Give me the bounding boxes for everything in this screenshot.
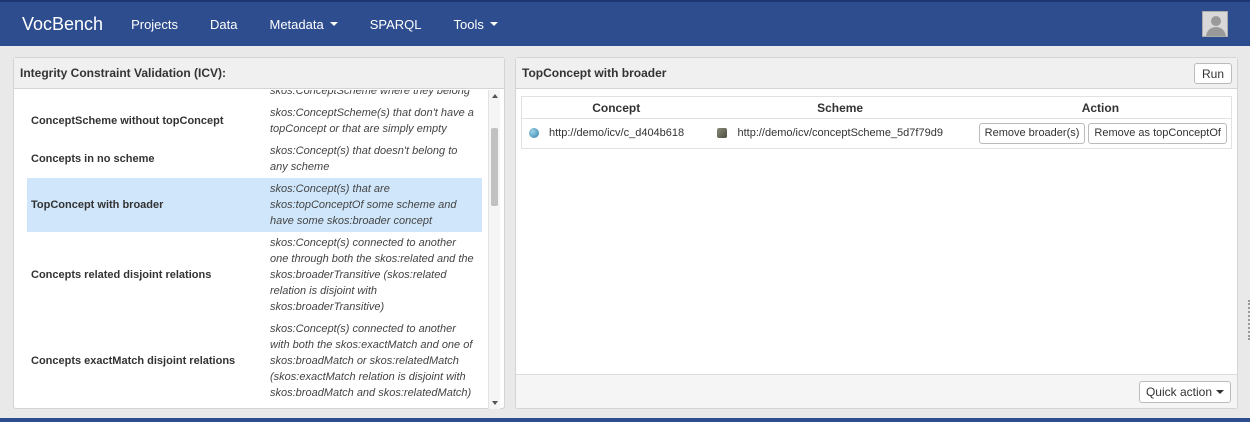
icv-row-desc: skos:Concept(s) connected to another one… [270, 232, 482, 318]
icv-row-name: Concepts in no scheme [31, 153, 155, 165]
chevron-down-icon [489, 22, 498, 26]
action-cell: Remove broader(s) Remove as topConceptOf [970, 122, 1231, 144]
desc-line: skos:broaderTransitive) [270, 301, 385, 313]
nav-sparql-label: SPARQL [369, 16, 422, 32]
nav-data[interactable]: Data [196, 2, 255, 46]
top-navbar: VocBench Projects Data Metadata SPARQL T… [0, 0, 1250, 46]
icv-row-name: Concepts exactMatch disjoint relations [31, 355, 236, 367]
icv-row-concepts-related-disjoint[interactable]: Concepts related disjoint relations skos… [27, 232, 482, 318]
desc-line: (skos:exactMatch relation is disjoint wi… [270, 371, 466, 383]
icv-row-desc: skos:Concept(s) that are skos:topConcept… [270, 178, 482, 232]
table-row: http://demo/icv/c_d404b618 http://demo/i… [522, 119, 1231, 147]
nav-tools[interactable]: Tools [439, 2, 515, 46]
desc-line: relation is disjoint with [270, 285, 377, 297]
nav-data-label: Data [210, 16, 238, 32]
user-avatar-icon[interactable] [1202, 11, 1228, 37]
icv-panel-title: Integrity Constraint Validation (ICV): [14, 58, 504, 89]
run-button[interactable]: Run [1193, 63, 1232, 84]
desc-line: skos:broadMatch or skos:relatedMatch [270, 355, 459, 367]
results-panel-heading: TopConcept with broader Run [516, 58, 1237, 89]
icv-row-0[interactable]: skos:ConceptScheme where they belong [27, 90, 482, 102]
bottom-bar [0, 418, 1250, 422]
chevron-down-icon [329, 22, 338, 26]
desc-line: topConcept or that are simply empty [270, 123, 447, 135]
icv-row-concepts-exactmatch-disjoint[interactable]: Concepts exactMatch disjoint relations s… [27, 318, 482, 404]
desc-line: skos:ConceptScheme where they belong [270, 90, 470, 97]
results-table: Concept Scheme Action http://demo/icv/c_… [521, 96, 1232, 149]
icv-row-name: TopConcept with broader [31, 199, 164, 211]
icv-row-desc: skos:ConceptScheme(s) that don't have a … [270, 102, 482, 140]
icv-row-name: Concepts related disjoint relations [31, 269, 212, 281]
desc-line: skos:topConceptOf some scheme and [270, 199, 457, 211]
results-panel-footer: Quick action [516, 374, 1237, 408]
desc-line: skos:Concept(s) that are [270, 183, 390, 195]
icv-row-concepts-in-no-scheme[interactable]: Concepts in no scheme skos:Concept(s) th… [27, 140, 482, 178]
concept-iri[interactable]: http://demo/icv/c_d404b618 [549, 127, 684, 139]
nav-sparql[interactable]: SPARQL [356, 2, 440, 46]
desc-line: have some skos:broader concept [270, 215, 433, 227]
desc-line: skos:broaderTransitive (skos:related [270, 269, 447, 281]
icv-row-name: ConceptScheme without topConcept [31, 115, 224, 127]
avatar-body [1206, 27, 1226, 36]
column-header-action: Action [1081, 100, 1120, 115]
desc-line: skos:ConceptScheme(s) that don't have a [270, 107, 474, 119]
column-header-scheme: Scheme [817, 100, 864, 115]
nav-metadata[interactable]: Metadata [256, 2, 356, 46]
scheme-iri[interactable]: http://demo/icv/conceptScheme_5d7f79d9 [737, 127, 942, 139]
desc-line: with both the skos:exactMatch and one of [270, 339, 473, 351]
desc-line: any scheme [270, 161, 330, 173]
desc-line: skos:Concept(s) that doesn't belong to [270, 145, 458, 157]
nav-tools-label: Tools [453, 16, 484, 32]
nav-projects[interactable]: Projects [117, 2, 196, 46]
concept-scheme-icon [717, 128, 728, 138]
nav-projects-label: Projects [131, 16, 179, 32]
concept-cell[interactable]: http://demo/icv/c_d404b618 [522, 127, 710, 139]
icv-list: skos:ConceptScheme where they belong Con… [14, 90, 504, 409]
icv-panel: Integrity Constraint Validation (ICV): s… [13, 57, 505, 409]
icv-row-desc: skos:ConceptScheme where they belong [270, 90, 482, 102]
icv-row-conceptscheme-without-topconcept[interactable]: ConceptScheme without topConcept skos:Co… [27, 102, 482, 140]
nav-metadata-label: Metadata [269, 16, 324, 32]
chevron-down-icon [1216, 390, 1224, 394]
scroll-thumb[interactable] [491, 128, 498, 206]
column-header-concept: Concept [592, 100, 641, 115]
icv-row-desc: skos:Concept(s) that doesn't belong to a… [270, 140, 482, 178]
desc-line: one through both the skos:related and th… [270, 253, 474, 265]
desc-line: skos:Concept(s) connected to another [270, 323, 456, 335]
results-panel-title: TopConcept with broader [522, 66, 667, 80]
app-brand[interactable]: VocBench [22, 14, 103, 35]
list-scrollbar[interactable] [488, 90, 500, 409]
table-header: Concept Scheme Action [522, 97, 1231, 119]
quick-action-label: Quick action [1145, 385, 1212, 399]
desc-line: skos:broadMatch and skos:relatedMatch) [270, 387, 472, 399]
scroll-up-icon[interactable] [492, 94, 498, 98]
scheme-cell[interactable]: http://demo/icv/conceptScheme_5d7f79d9 [710, 127, 969, 139]
remove-broader-button[interactable]: Remove broader(s) [978, 122, 1086, 144]
desc-line: skos:Concept(s) connected to another [270, 237, 456, 249]
quick-action-button[interactable]: Quick action [1138, 381, 1231, 403]
concept-icon [529, 128, 539, 138]
remove-as-topconceptof-button[interactable]: Remove as topConceptOf [1088, 122, 1227, 144]
results-panel: TopConcept with broader Run Concept Sche… [515, 57, 1238, 409]
avatar-head [1211, 16, 1221, 26]
icv-row-desc: skos:Concept(s) connected to another wit… [270, 318, 482, 404]
icv-row-topconcept-with-broader[interactable]: TopConcept with broader skos:Concept(s) … [27, 178, 482, 232]
scroll-down-icon[interactable] [492, 401, 498, 405]
